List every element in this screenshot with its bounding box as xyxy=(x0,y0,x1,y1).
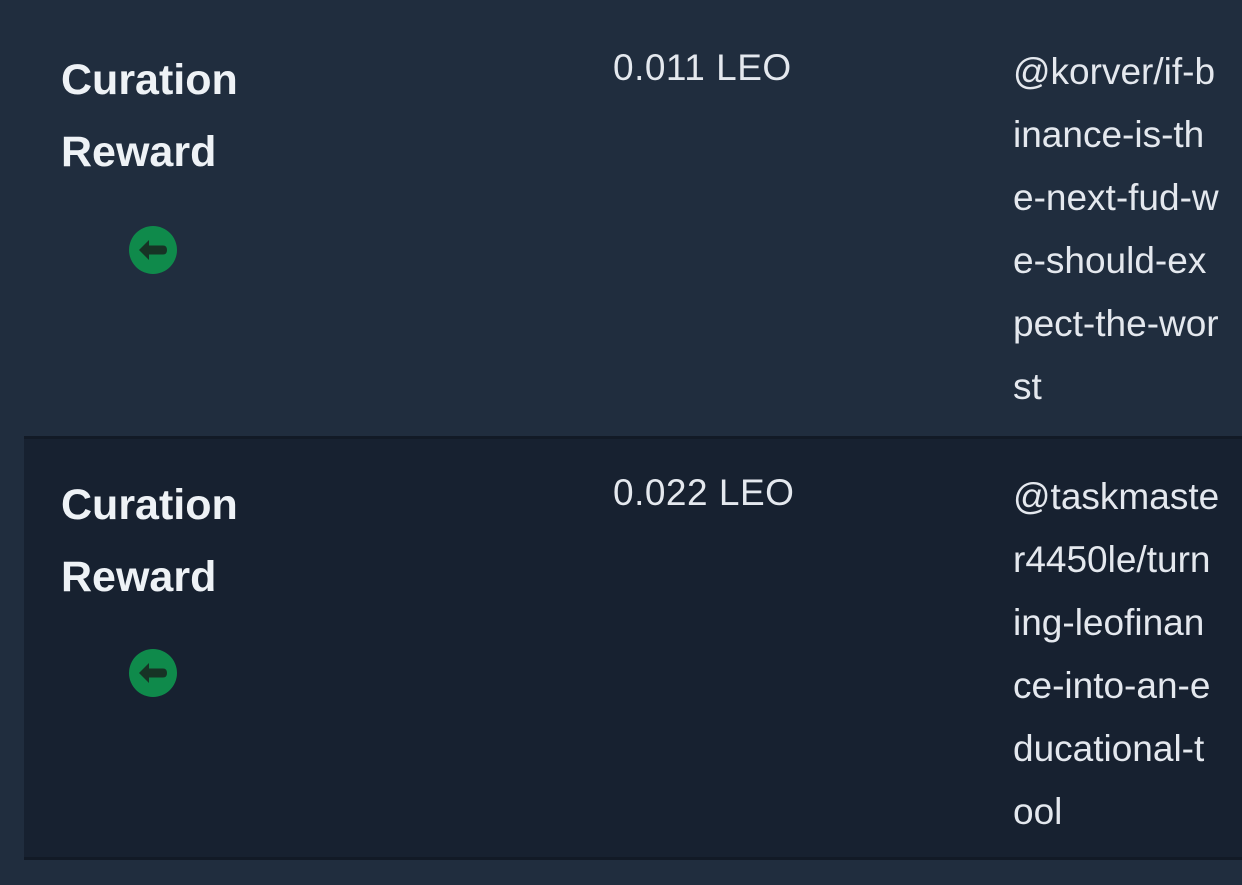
link-line: @taskmaste xyxy=(1013,476,1220,517)
link-line: ducational-t xyxy=(1013,728,1205,769)
link-line: e-should-ex xyxy=(1013,240,1207,281)
post-link[interactable]: @taskmaste r4450le/turn ing-leofinan ce-… xyxy=(1013,465,1242,843)
arrow-left-circle-icon[interactable] xyxy=(129,226,177,274)
link-line: r4450le/turn xyxy=(1013,539,1211,580)
post-link[interactable]: @korver/if-b inance-is-th e-next-fud-w e… xyxy=(1013,40,1242,418)
link-line: ool xyxy=(1013,791,1063,832)
table-row: Curation Reward 0.022 LEO @taskmaste r44… xyxy=(24,436,1242,860)
amount-value: 0.011 LEO xyxy=(613,47,792,88)
arrow-left-circle-icon[interactable] xyxy=(129,649,177,697)
amount-value: 0.022 LEO xyxy=(613,472,795,513)
transaction-type-cell: Curation Reward xyxy=(61,44,321,274)
transaction-type-line: Curation xyxy=(61,56,238,104)
link-line: inance-is-th xyxy=(1013,114,1205,155)
transaction-type-line: Curation xyxy=(61,481,238,529)
link-line: st xyxy=(1013,366,1042,407)
link-line: pect-the-wor xyxy=(1013,303,1219,344)
transaction-history-table: Curation Reward 0.011 LEO @korver/if-b i… xyxy=(0,0,1242,860)
transaction-type-line: Reward xyxy=(61,128,217,176)
transaction-type-line: Reward xyxy=(61,553,217,601)
link-line: @korver/if-b xyxy=(1013,51,1216,92)
link-line: e-next-fud-w xyxy=(1013,177,1219,218)
link-line: ing-leofinan xyxy=(1013,602,1205,643)
link-line: ce-into-an-e xyxy=(1013,665,1211,706)
table-row: Curation Reward 0.011 LEO @korver/if-b i… xyxy=(0,0,1242,436)
transaction-type-cell: Curation Reward xyxy=(61,469,321,697)
